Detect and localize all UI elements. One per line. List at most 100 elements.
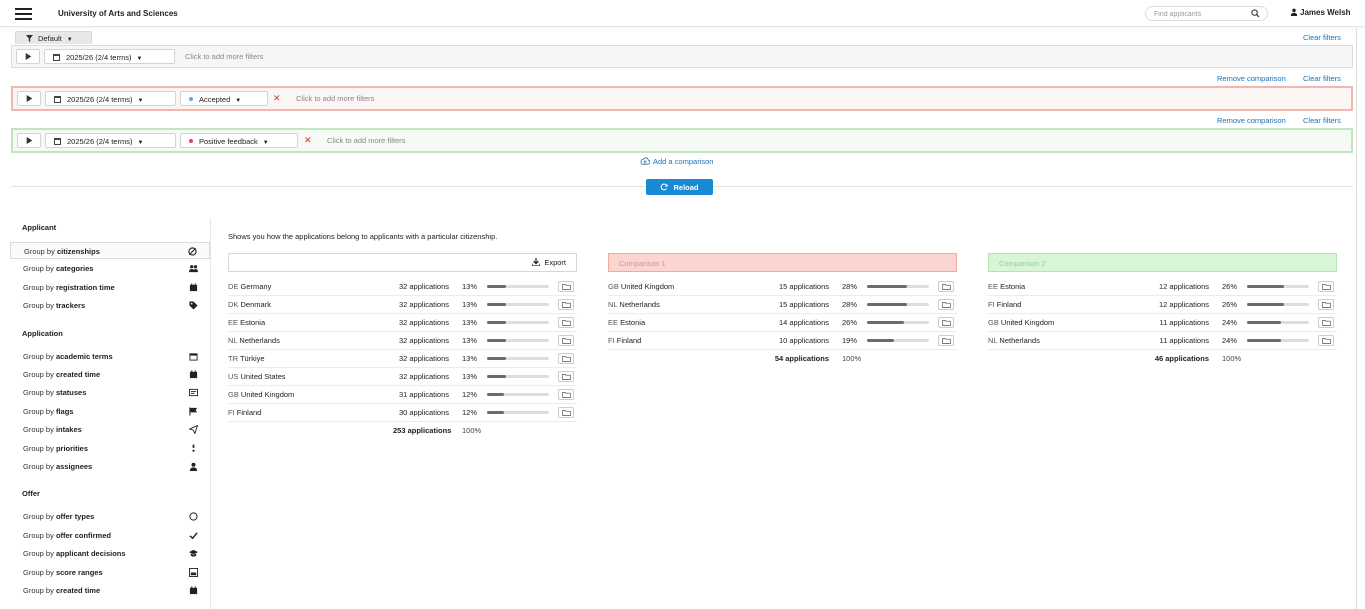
country-code: GB xyxy=(988,318,1001,327)
sidebar-item-statuses[interactable]: Group by statuses xyxy=(10,384,210,401)
sidebar-item-citizenships[interactable]: Group by citizenships xyxy=(10,242,210,259)
add-filters-input[interactable]: Click to add more filters xyxy=(185,52,263,61)
sidebar-item-created-time[interactable]: Group by created time xyxy=(10,582,210,599)
add-filters-input[interactable]: Click to add more filters xyxy=(296,94,374,103)
percentage-bar xyxy=(1247,285,1309,288)
percentage-bar xyxy=(1247,303,1309,306)
sidebar-item-intakes[interactable]: Group by intakes xyxy=(10,421,210,438)
hamburger-menu-icon[interactable] xyxy=(15,8,32,20)
sidebar-item-registration-time[interactable]: Group by registration time xyxy=(10,279,210,296)
term-filter-label: 2025/26 (2/4 terms) xyxy=(67,137,133,146)
sidebar-item-priorities[interactable]: Group by priorities xyxy=(10,440,210,457)
chevron-down-icon: ▼ xyxy=(262,140,269,146)
term-filter-chip[interactable]: 2025/26 (2/4 terms) ▼ xyxy=(45,91,176,106)
search-icon[interactable] xyxy=(1251,9,1260,18)
total-percentage: 100% xyxy=(1222,354,1242,363)
open-applications-button[interactable] xyxy=(558,389,574,400)
sidebar-item-assignees[interactable]: Group by assignees xyxy=(10,458,210,475)
remove-comparison-1-link[interactable]: Remove comparison xyxy=(1217,74,1286,83)
sidebar-item-label: flags xyxy=(55,406,74,416)
clear-filters-comparison-2-link[interactable]: Clear filters xyxy=(1303,116,1341,125)
open-applications-button[interactable] xyxy=(938,299,954,310)
sidebar-item-created-time[interactable]: Group by created time xyxy=(10,366,210,383)
open-applications-button[interactable] xyxy=(1318,335,1334,346)
country-code: EE xyxy=(608,318,621,327)
total-count: 253 applications xyxy=(393,426,452,435)
sidebar-item-prefix: Group by xyxy=(23,443,56,453)
percentage-bar-fill xyxy=(487,303,506,306)
reload-button[interactable]: Reload xyxy=(646,179,713,195)
sidebar-item-flags[interactable]: Group by flags xyxy=(10,403,210,420)
open-applications-button[interactable] xyxy=(1318,281,1334,292)
reload-label: Reload xyxy=(673,183,699,192)
report-description: Shows you how the applications belong to… xyxy=(228,232,498,241)
priority-icon xyxy=(192,444,195,452)
sidebar-item-prefix: Group by xyxy=(23,567,56,577)
application-count: 11 applications xyxy=(1159,318,1209,327)
open-applications-button[interactable] xyxy=(558,335,574,346)
sidebar-item-label: created time xyxy=(55,370,101,379)
percentage: 13% xyxy=(462,354,478,363)
sidebar-item-applicant-decisions[interactable]: Group by applicant decisions xyxy=(10,545,210,562)
add-comparison-button[interactable]: Add a comparison xyxy=(640,157,713,166)
sidebar-section-title: Offer xyxy=(22,489,40,499)
search-box[interactable] xyxy=(1145,6,1268,21)
open-applications-button[interactable] xyxy=(1318,299,1334,310)
open-applications-button[interactable] xyxy=(558,353,574,364)
calendar-icon xyxy=(54,96,61,103)
sidebar-item-academic-terms[interactable]: Group by academic terms xyxy=(10,348,210,365)
user-icon xyxy=(189,462,198,471)
status-filter-chip[interactable]: Accepted ▼ xyxy=(180,91,268,106)
page-right-border xyxy=(1356,28,1357,609)
open-applications-button[interactable] xyxy=(938,335,954,346)
filter-preset-dropdown[interactable]: Default ▼ xyxy=(15,31,92,44)
country-label: NL Netherlands xyxy=(228,336,280,345)
sidebar-item-prefix: Group by xyxy=(23,462,56,471)
open-applications-button[interactable] xyxy=(558,371,574,382)
application-count: 31 applications xyxy=(398,390,449,399)
open-applications-button[interactable] xyxy=(1318,317,1334,328)
run-filter-button[interactable] xyxy=(17,91,41,106)
sidebar-item-label: citizenships xyxy=(56,247,100,256)
user-menu[interactable]: James Welsh xyxy=(1290,8,1351,17)
sidebar-item-trackers[interactable]: Group by trackers xyxy=(10,297,210,314)
clear-filters-comparison-1-link[interactable]: Clear filters xyxy=(1303,74,1341,83)
sidebar-item-score-ranges[interactable]: Group by score ranges xyxy=(10,564,210,581)
country-label: GB United Kingdom xyxy=(608,282,674,291)
sidebar-item-offer-confirmed[interactable]: Group by offer confirmed xyxy=(10,527,210,544)
sidebar-item-prefix: Group by xyxy=(23,370,56,379)
percentage-bar-fill xyxy=(487,411,504,414)
open-applications-button[interactable] xyxy=(938,317,954,328)
remove-comparison-2-link[interactable]: Remove comparison xyxy=(1217,116,1286,125)
open-applications-button[interactable] xyxy=(558,407,574,418)
country-label: DK Denmark xyxy=(228,300,271,309)
sidebar-section-title: Application xyxy=(22,328,63,338)
country-label: US United States xyxy=(228,372,286,381)
open-applications-button[interactable] xyxy=(558,317,574,328)
remove-filter-icon[interactable]: ✕ xyxy=(273,93,281,104)
sidebar-item-offer-types[interactable]: Group by offer types xyxy=(10,508,210,525)
country-name: United States xyxy=(240,372,286,381)
run-filter-button[interactable] xyxy=(17,133,41,148)
run-filter-button[interactable] xyxy=(16,49,40,64)
open-applications-button[interactable] xyxy=(558,281,574,292)
search-input[interactable] xyxy=(1154,8,1249,20)
clear-filters-link[interactable]: Clear filters xyxy=(1303,33,1341,42)
sidebar-item-categories[interactable]: Group by categories xyxy=(10,260,210,277)
open-applications-button[interactable] xyxy=(938,281,954,292)
term-filter-chip[interactable]: 2025/26 (2/4 terms) ▼ xyxy=(45,133,176,148)
filter-row-main: 2025/26 (2/4 terms) ▼ Click to add more f… xyxy=(11,45,1353,68)
calendar-outline-icon xyxy=(189,352,198,361)
add-filters-input[interactable]: Click to add more filters xyxy=(327,136,405,145)
term-filter-chip[interactable]: 2025/26 (2/4 terms) ▼ xyxy=(44,49,175,64)
application-count: 32 applications xyxy=(398,300,449,309)
chevron-down-icon: ▼ xyxy=(235,98,242,104)
application-count: 11 applications xyxy=(1159,336,1209,345)
sidebar-item-prefix: Group by xyxy=(23,282,56,292)
percentage: 13% xyxy=(462,282,478,291)
export-button[interactable]: Export xyxy=(531,258,566,267)
folder-icon xyxy=(562,392,571,398)
feedback-filter-chip[interactable]: Positive feedback ▼ xyxy=(180,133,298,148)
open-applications-button[interactable] xyxy=(558,299,574,310)
remove-filter-icon[interactable]: ✕ xyxy=(304,135,312,146)
